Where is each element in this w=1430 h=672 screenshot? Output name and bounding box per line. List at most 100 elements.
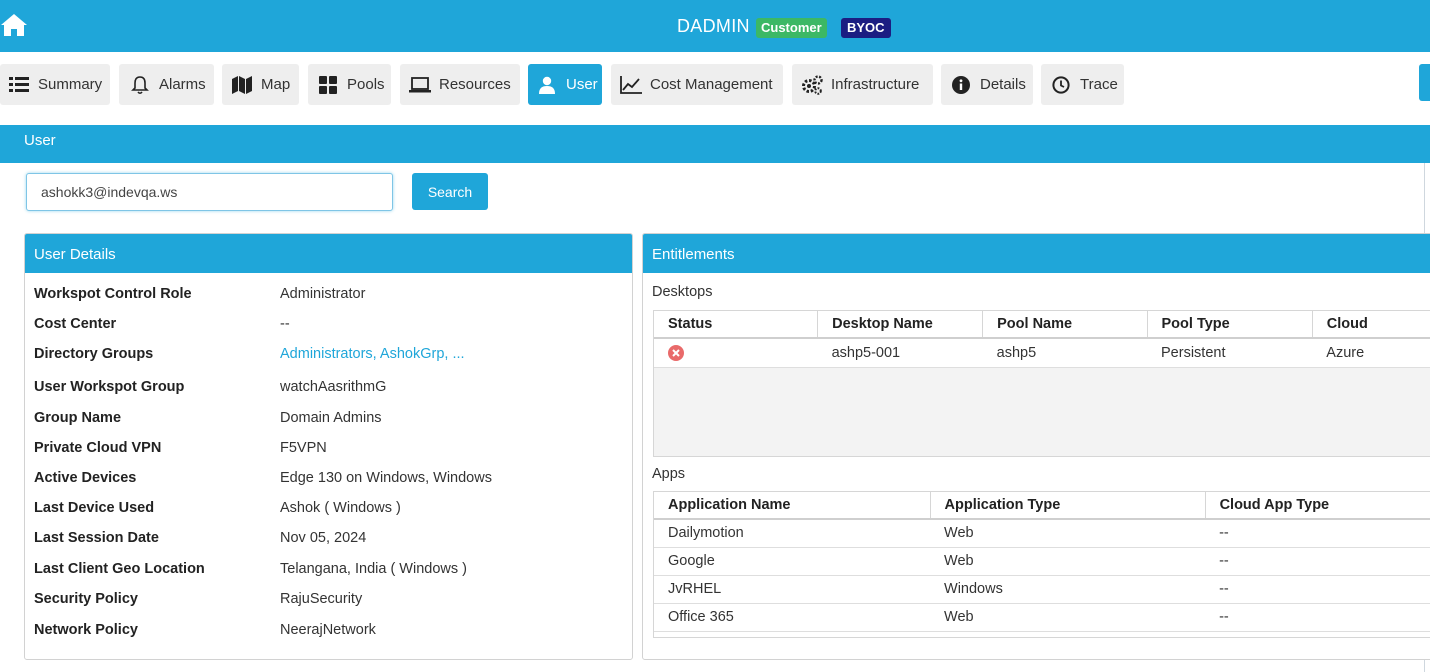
column-header-status[interactable]: Status [654, 311, 819, 339]
column-header-desktop-name[interactable]: Desktop Name [817, 311, 984, 339]
tab-infrastructure[interactable]: Infrastructure [792, 64, 933, 105]
detail-value: NeerajNetwork [280, 622, 376, 638]
table-row[interactable]: ashp5-001 ashp5 Persistent Azure [654, 338, 1430, 368]
detail-value: RajuSecurity [280, 591, 363, 607]
error-status-icon [668, 344, 684, 361]
tab-details[interactable]: Details [941, 64, 1033, 105]
desktops-table: Status Desktop Name Pool Name Pool Type … [653, 310, 1430, 457]
info-icon [950, 74, 972, 96]
table-row[interactable]: Dailymotion Web -- [654, 519, 1430, 548]
user-details-panel: User Details Workspot Control Role Admin… [24, 233, 633, 660]
user-icon [536, 74, 558, 96]
clock-icon [1050, 74, 1072, 96]
app-type-cell: Web [930, 603, 1206, 632]
detail-value: -- [280, 316, 290, 332]
tab-pools[interactable]: Pools [308, 64, 391, 105]
table-row[interactable]: JvRHEL Windows -- [654, 575, 1430, 604]
detail-row: Network Policy NeerajNetwork [34, 622, 624, 642]
detail-label: Group Name [34, 410, 122, 426]
column-header-application-name[interactable]: Application Name [654, 492, 931, 520]
detail-label: Last Session Date [34, 530, 159, 546]
detail-label: Directory Groups [34, 346, 154, 362]
cloud-app-type-cell: -- [1205, 519, 1430, 548]
app-type-cell: Windows [930, 575, 1206, 604]
detail-label: Active Devices [34, 470, 137, 486]
detail-row: Last Device Used Ashok ( Windows ) [34, 500, 624, 520]
detail-value: Administrator [280, 286, 366, 302]
toolbar-button-edge[interactable] [1419, 64, 1430, 101]
table-row[interactable]: Google Web -- [654, 547, 1430, 576]
section-header: User [0, 125, 1430, 163]
detail-row: Security Policy RajuSecurity [34, 591, 624, 611]
tab-trace[interactable]: Trace [1041, 64, 1124, 105]
detail-label: User Workspot Group [34, 379, 185, 395]
column-header-cloud-app-type[interactable]: Cloud App Type [1205, 492, 1430, 520]
pool-name-cell: ashp5 [982, 338, 1148, 368]
tab-label: Pools [347, 76, 385, 93]
status-cell [654, 338, 818, 368]
detail-value: Nov 05, 2024 [280, 530, 367, 546]
entitlements-title: Entitlements [643, 234, 1430, 273]
grid-icon [317, 74, 339, 96]
apps-label: Apps [652, 466, 686, 482]
table-header-row: Status Desktop Name Pool Name Pool Type … [654, 311, 1430, 339]
detail-row: Workspot Control Role Administrator [34, 286, 624, 306]
byoc-badge: BYOC [841, 18, 891, 38]
directory-groups-link[interactable]: Administrators, AshokGrp, ... [280, 346, 465, 362]
tab-summary[interactable]: Summary [0, 64, 110, 105]
tab-cost-management[interactable]: Cost Management [611, 64, 783, 105]
tab-label: User [566, 76, 598, 93]
user-search-input[interactable] [26, 173, 393, 211]
app-name-cell: Google [654, 547, 931, 576]
detail-row: Active Devices Edge 130 on Windows, Wind… [34, 470, 624, 490]
column-header-pool-type[interactable]: Pool Type [1147, 311, 1313, 339]
detail-value: Edge 130 on Windows, Windows [280, 470, 492, 486]
detail-row: Last Session Date Nov 05, 2024 [34, 530, 624, 550]
detail-value: F5VPN [280, 440, 327, 456]
tab-label: Infrastructure [831, 76, 920, 93]
detail-label: Last Device Used [34, 500, 155, 516]
desktop-name-cell: ashp5-001 [817, 338, 983, 368]
column-header-cloud[interactable]: Cloud [1312, 311, 1430, 339]
column-header-application-type[interactable]: Application Type [930, 492, 1206, 520]
pool-type-cell: Persistent [1147, 338, 1313, 368]
tab-user[interactable]: User [528, 64, 602, 105]
tab-label: Trace [1080, 76, 1118, 93]
table-row[interactable]: Office 365 Web -- [654, 603, 1430, 632]
customer-badge: Customer [756, 18, 827, 38]
gears-icon [801, 74, 823, 96]
app-name-cell: JvRHEL [654, 575, 931, 604]
app-type-cell: Web [930, 547, 1206, 576]
column-header-pool-name[interactable]: Pool Name [982, 311, 1148, 339]
tab-label: Alarms [159, 76, 206, 93]
line-chart-icon [620, 74, 642, 96]
tab-label: Summary [38, 76, 103, 93]
app-name-cell: Dailymotion [654, 519, 931, 548]
tab-label: Details [980, 76, 1026, 93]
search-button[interactable]: Search [412, 173, 488, 210]
list-icon [8, 74, 30, 96]
user-details-title: User Details [25, 234, 632, 273]
desktops-label: Desktops [652, 284, 713, 300]
cloud-cell: Azure [1312, 338, 1430, 368]
tab-resources[interactable]: Resources [400, 64, 520, 105]
bell-icon [129, 74, 151, 96]
tab-label: Map [261, 76, 291, 93]
top-header: DADMIN Customer BYOC [0, 0, 1430, 52]
tab-map[interactable]: Map [222, 64, 299, 105]
table-header-row: Application Name Application Type Cloud … [654, 492, 1430, 520]
detail-label: Workspot Control Role [34, 286, 192, 302]
app-name-cell: Office 365 [654, 603, 931, 632]
detail-row: Directory Groups Administrators, AshokGr… [34, 346, 624, 366]
detail-value: watchAasrithmG [280, 379, 387, 395]
detail-row: User Workspot Group watchAasrithmG [34, 379, 624, 399]
cloud-app-type-cell: -- [1205, 575, 1430, 604]
tab-label: Cost Management [650, 76, 773, 93]
section-title: User [24, 132, 56, 149]
laptop-icon [409, 74, 431, 96]
detail-label: Last Client Geo Location [34, 561, 205, 577]
home-icon[interactable] [0, 12, 28, 38]
tab-alarms[interactable]: Alarms [119, 64, 214, 105]
detail-label: Private Cloud VPN [34, 440, 162, 456]
detail-value: Domain Admins [280, 410, 382, 426]
